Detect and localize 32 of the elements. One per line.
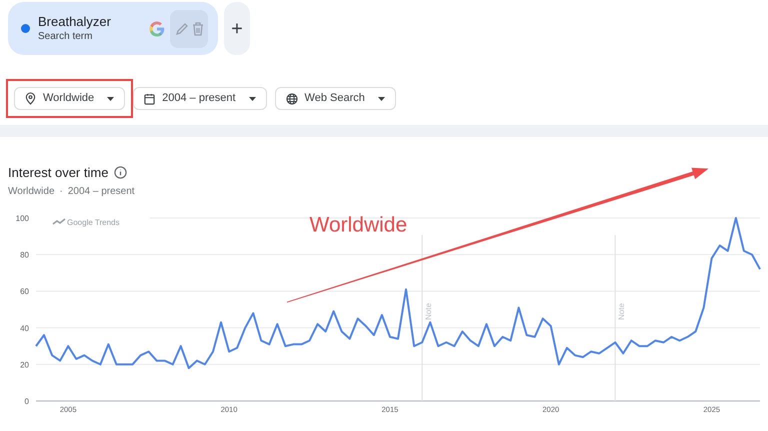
y-axis-label: 60 bbox=[20, 287, 29, 296]
g-logo-icon bbox=[148, 20, 166, 38]
note-label: Note bbox=[424, 303, 434, 320]
note-label: Note bbox=[617, 303, 626, 320]
date-range-dropdown[interactable]: 2004 – present bbox=[133, 87, 267, 110]
subtitle-separator: · bbox=[60, 184, 63, 198]
subtitle-location: Worldwide bbox=[8, 184, 54, 198]
y-axis-label: 0 bbox=[24, 397, 29, 406]
y-axis-label: 100 bbox=[16, 214, 29, 223]
map-pin-icon bbox=[25, 92, 36, 105]
term-label: Breathalyzer bbox=[38, 14, 112, 30]
search-type-dropdown[interactable]: Web Search bbox=[274, 87, 396, 110]
calendar-icon bbox=[144, 92, 156, 104]
y-axis-label: 80 bbox=[20, 250, 29, 260]
globe-icon bbox=[286, 92, 298, 104]
trend-badge-icon bbox=[52, 218, 66, 225]
caret-icon bbox=[248, 96, 256, 100]
trash-icon[interactable] bbox=[190, 20, 204, 36]
panel-title: Interest over time bbox=[8, 164, 108, 182]
caret-icon bbox=[107, 96, 114, 100]
location-dropdown[interactable]: Worldwide bbox=[14, 87, 126, 110]
y-axis-label: 20 bbox=[20, 360, 29, 370]
search-term-card[interactable]: Breathalyzer Search term bbox=[8, 2, 218, 55]
caret-icon bbox=[378, 96, 385, 100]
chart-badge-label: Google Trends bbox=[67, 218, 120, 227]
annotation-label: Worldwide bbox=[310, 214, 408, 236]
y-axis-label: 40 bbox=[20, 324, 29, 333]
info-icon[interactable] bbox=[114, 166, 128, 180]
term-sublabel: Search term bbox=[38, 30, 94, 43]
add-term-button[interactable]: + bbox=[224, 2, 250, 55]
subtitle-range: 2004 – present bbox=[68, 184, 135, 198]
pencil-icon[interactable] bbox=[174, 20, 190, 36]
